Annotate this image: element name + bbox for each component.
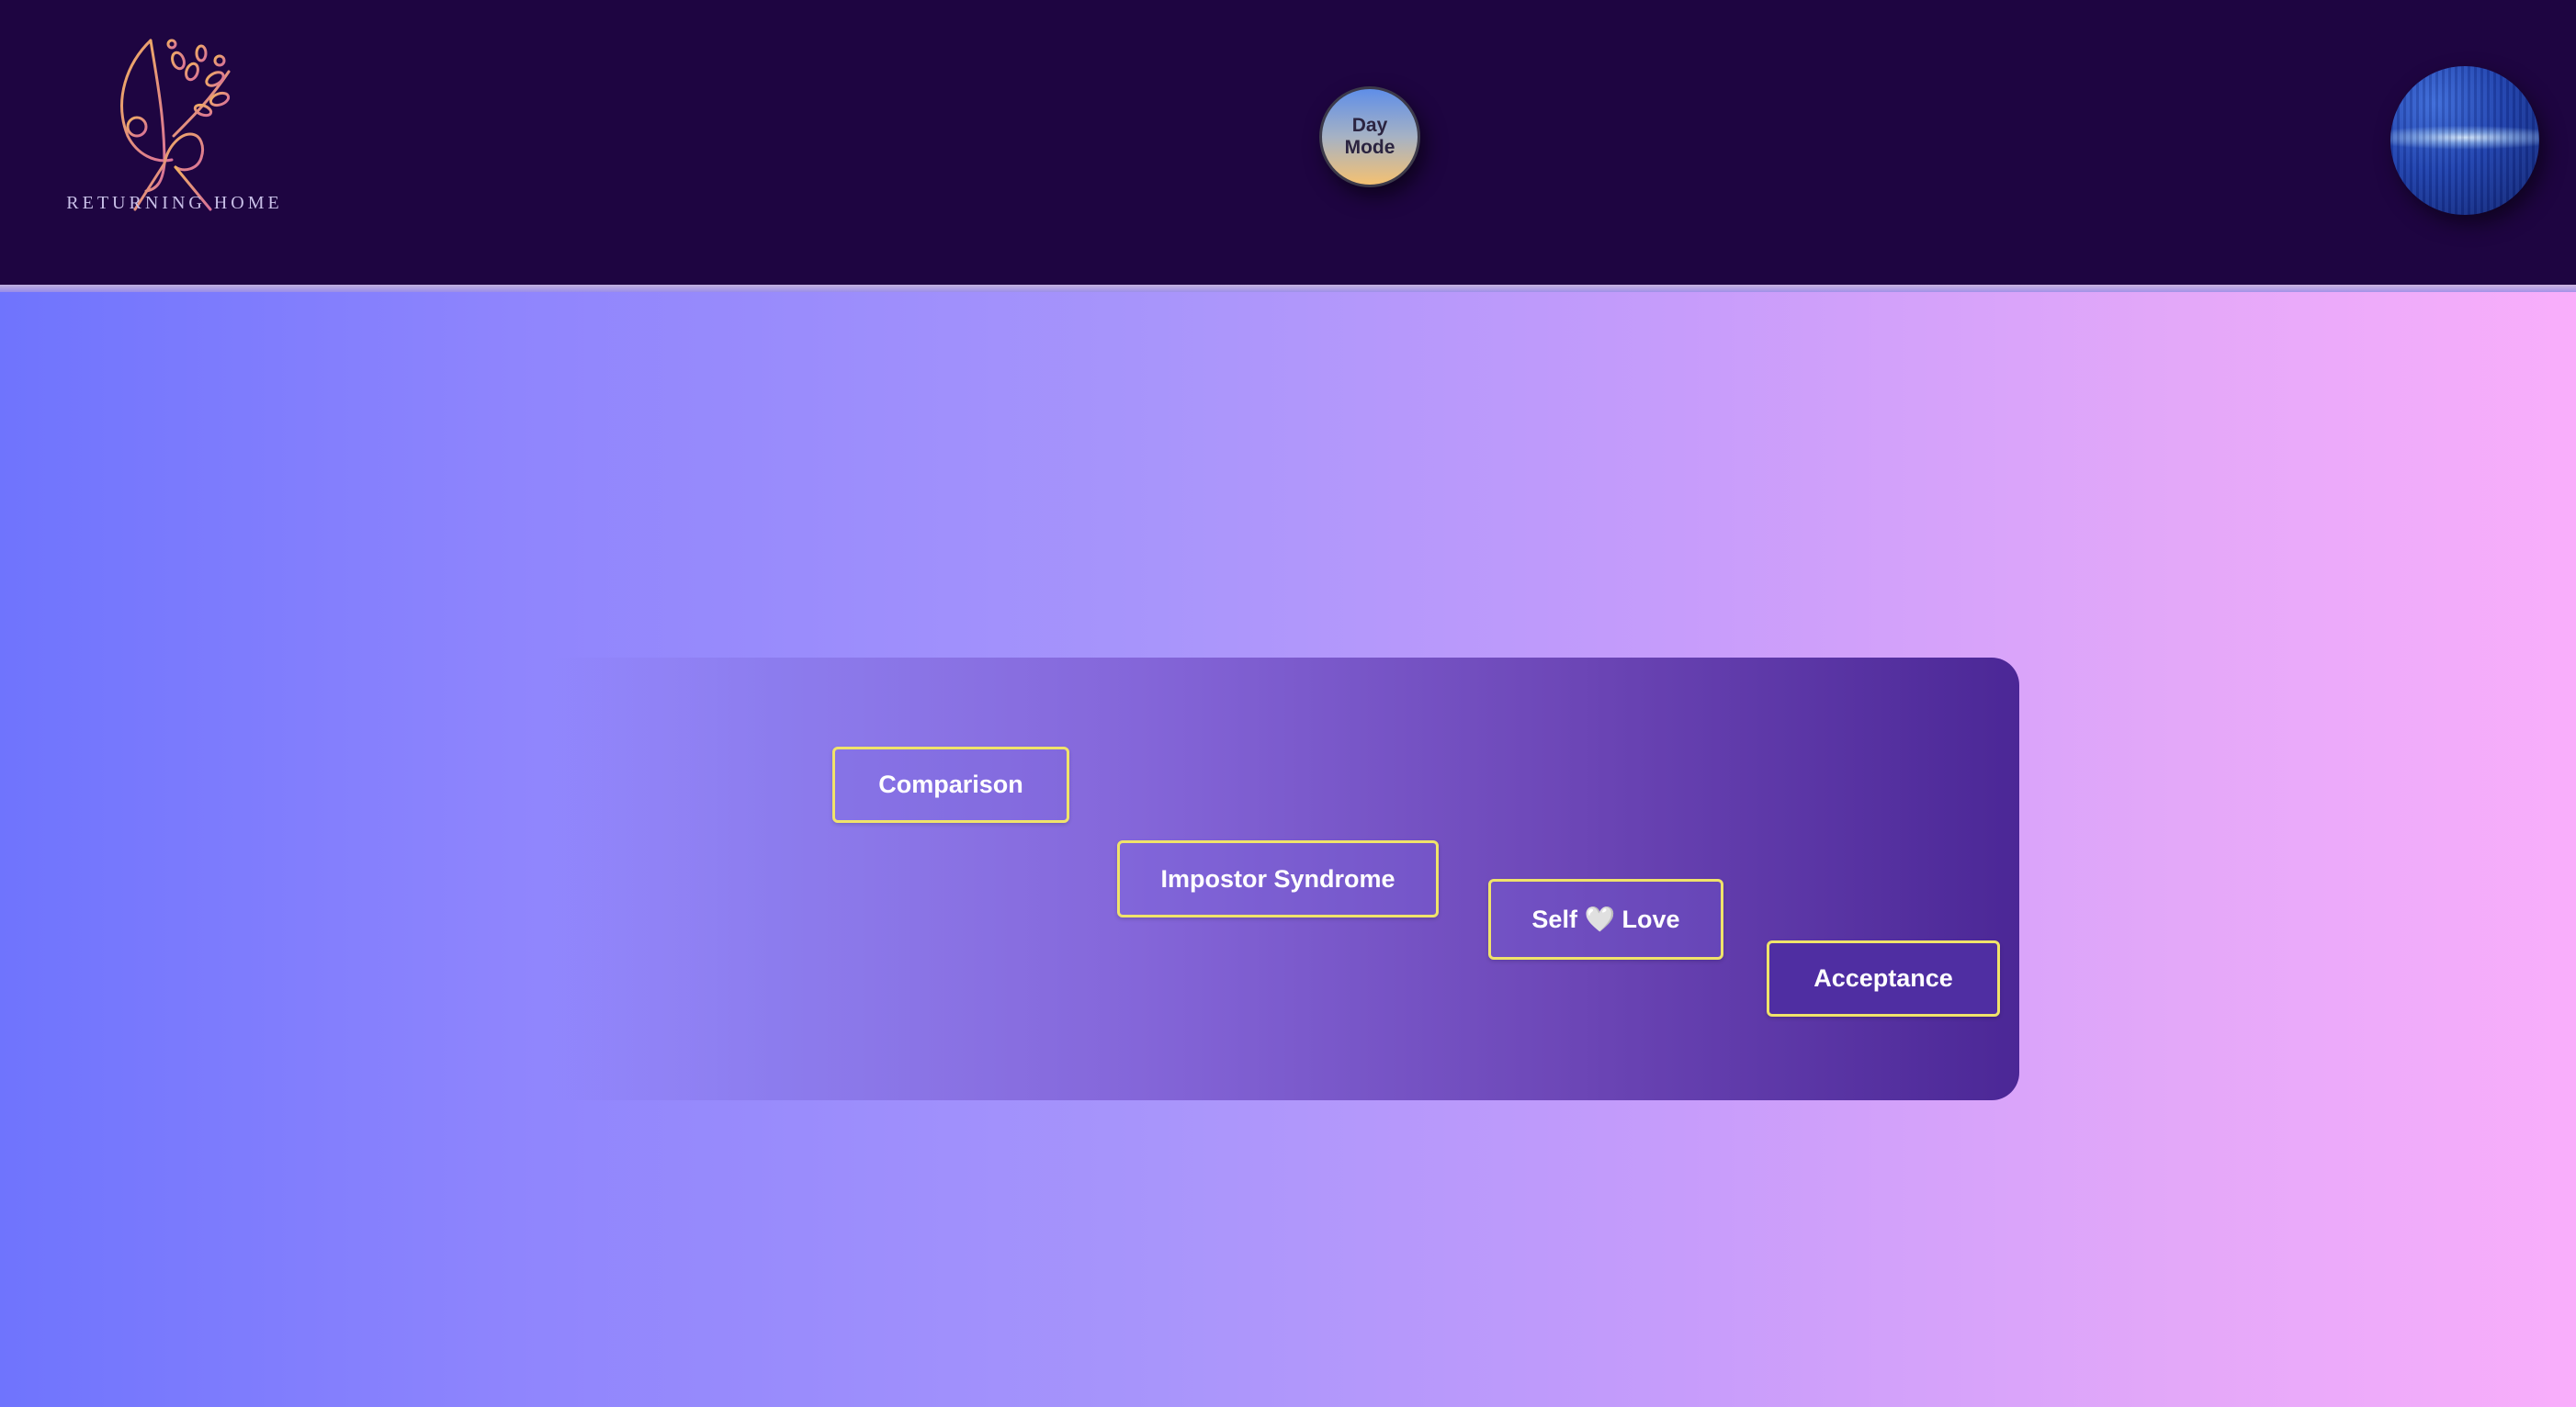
self-love-button[interactable]: Self 🤍 Love (1488, 879, 1723, 960)
site-header (0, 0, 2576, 285)
blue-planet-icon[interactable] (2390, 66, 2539, 215)
flourish-figure-logo-icon[interactable] (72, 26, 276, 219)
impostor-syndrome-button[interactable]: Impostor Syndrome (1117, 840, 1439, 917)
header-divider (0, 285, 2576, 292)
acceptance-button[interactable]: Acceptance (1767, 940, 2000, 1017)
day-mode-toggle-button[interactable]: Day Mode (1319, 86, 1420, 187)
brand-name: RETURNING HOME (66, 193, 283, 213)
comparison-button[interactable]: Comparison (832, 747, 1069, 823)
mode-toggle-label: Day Mode (1344, 115, 1395, 158)
